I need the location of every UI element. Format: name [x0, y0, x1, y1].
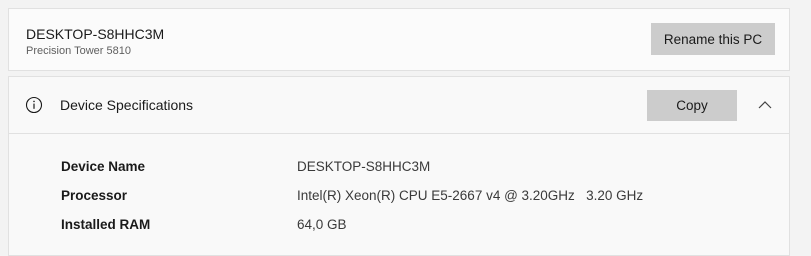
- rename-pc-button[interactable]: Rename this PC: [651, 23, 775, 55]
- spec-row-processor: Processor Intel(R) Xeon(R) CPU E5-2667 v…: [9, 188, 789, 216]
- spec-label: Processor: [61, 188, 128, 203]
- spec-value: DESKTOP-S8HHC3M: [297, 159, 431, 174]
- spec-label: Device Name: [61, 159, 146, 174]
- spec-label: Installed RAM: [61, 217, 151, 232]
- device-specifications-title: Device Specifications: [60, 97, 194, 113]
- pc-name-card: DESKTOP-S8HHC3M Precision Tower 5810 Ren…: [8, 8, 790, 71]
- spec-row-device-name: Device Name DESKTOP-S8HHC3M: [9, 159, 789, 187]
- spec-row-installed-ram: Installed RAM 64,0 GB: [9, 217, 789, 245]
- chevron-up-icon[interactable]: [757, 97, 773, 113]
- spec-value: Intel(R) Xeon(R) CPU E5-2667 v4 @ 3.20GH…: [297, 188, 644, 203]
- device-specifications-section: Device Specifications Copy Device Name D…: [8, 76, 790, 256]
- spec-value: 64,0 GB: [297, 217, 347, 232]
- pc-model: Precision Tower 5810: [26, 45, 131, 57]
- device-specifications-header[interactable]: Device Specifications Copy: [9, 77, 789, 134]
- copy-button[interactable]: Copy: [647, 90, 737, 121]
- pc-name: DESKTOP-S8HHC3M: [26, 26, 165, 42]
- info-icon: [25, 96, 43, 114]
